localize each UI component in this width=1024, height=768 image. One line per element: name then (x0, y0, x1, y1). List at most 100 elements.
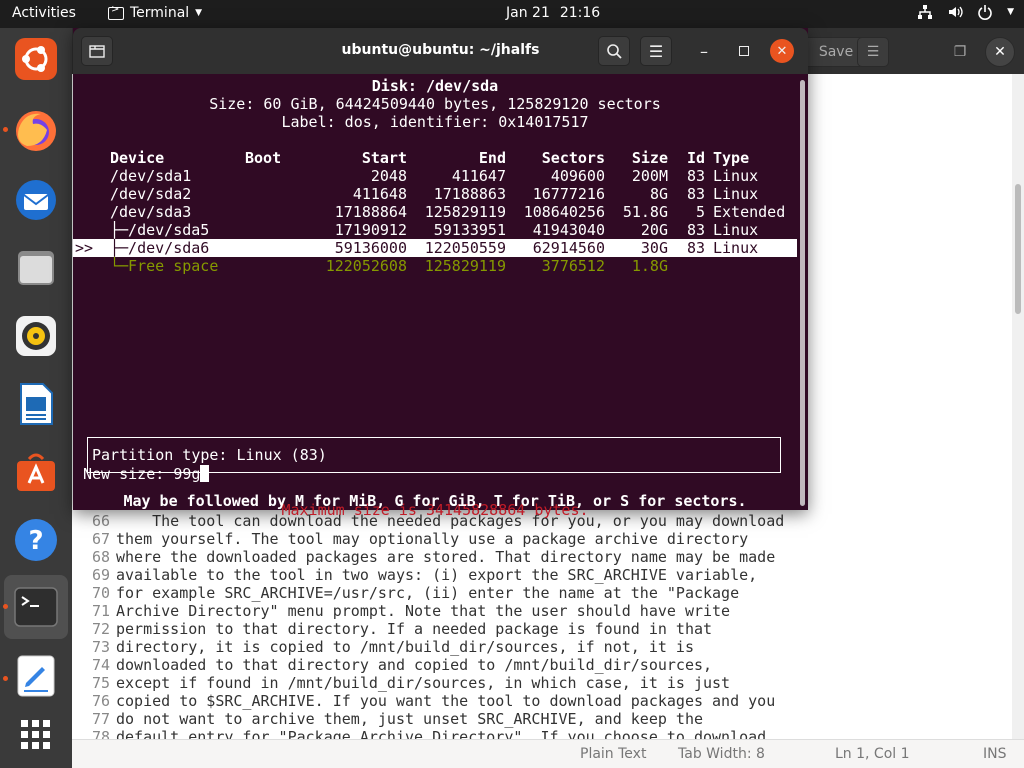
dock: ? (0, 28, 72, 768)
line-number: 72 (91, 620, 110, 638)
partition-start: 122052608 (325, 257, 407, 275)
line-number: 74 (91, 656, 110, 674)
line-text: do not want to archive them, just unset … (116, 710, 703, 728)
editor-line: 71 Archive Directory" menu prompt. Note t… (72, 602, 1012, 620)
line-text: copied to $SRC_ARCHIVE. If you want the … (116, 692, 776, 710)
maximize-button[interactable] (728, 36, 760, 66)
new-size-input[interactable]: New size: 99g (83, 465, 807, 483)
editor-line: 73 directory, it is copied to /mnt/build_… (72, 638, 1012, 656)
partition-type-label: Partition type: Linux (83) (92, 446, 327, 464)
partition-device: ├─/dev/sda6 (110, 239, 210, 257)
new-size-value: 99g (173, 465, 201, 483)
dock-firefox[interactable] (12, 107, 60, 155)
partition-row[interactable]: >> ├─/dev/sda6 59136000 122050559 62914560 30… (73, 239, 797, 257)
language-selector[interactable]: Plain Text (580, 746, 646, 762)
insert-mode: INS (983, 746, 1007, 762)
svg-text:?: ? (28, 526, 43, 556)
firefox-icon (16, 111, 56, 151)
line-number: 69 (91, 566, 110, 584)
partition-row[interactable]: └─Free space 122052608 125829119 3776512 1.8… (73, 257, 797, 275)
rhythmbox-icon (16, 316, 56, 356)
dock-writer[interactable] (12, 380, 60, 428)
partition-start: 2048 (370, 167, 407, 185)
partition-sectors: 108640256 (523, 203, 605, 221)
line-number: 70 (91, 584, 110, 602)
firefox-running-dot (3, 127, 8, 132)
gedit-maximize-button[interactable]: ❐ (944, 37, 976, 67)
text-editor-content[interactable]: 66 The tool can download the needed pack… (72, 512, 1012, 739)
disk-line: Disk: /dev/sda (371, 77, 499, 95)
partition-end: 59133951 (433, 221, 506, 239)
restore-icon: ❐ (953, 44, 967, 60)
text-editor-scrollbar[interactable] (1012, 74, 1024, 739)
network-icon (918, 5, 933, 19)
partition-type: Linux (713, 167, 759, 185)
scrollbar-thumb[interactable] (1015, 184, 1021, 314)
partition-row[interactable]: /dev/sda2 411648 17188863 16777216 8G 83 Linux (73, 185, 797, 203)
editor-line: 75 except if found in /mnt/build_dir/sour… (72, 674, 1012, 692)
dock-text-editor[interactable] (12, 652, 60, 700)
line-text: except if found in /mnt/build_dir/source… (116, 674, 731, 692)
search-icon (607, 44, 622, 59)
partition-size: 20G (640, 221, 668, 239)
terminal-scrollbar[interactable] (797, 74, 808, 510)
caret-down-icon: ▼ (195, 8, 203, 18)
activities-button[interactable]: Activities (12, 5, 76, 21)
dock-help[interactable]: ? (12, 516, 60, 564)
editor-line: 72 permission to that directory. If a nee… (72, 620, 1012, 638)
search-button[interactable] (598, 36, 630, 66)
minimize-button[interactable]: – (688, 36, 720, 66)
partition-device: ├─/dev/sda5 (110, 221, 210, 239)
clock[interactable]: Jan 21 21:16 (506, 5, 600, 21)
header-boot: Boot (245, 149, 282, 167)
dock-software[interactable] (12, 448, 60, 496)
system-tray[interactable]: ▼ (917, 4, 1014, 20)
editor-line: 70 for example SRC_ARCHIVE=/usr/src, (ii)… (72, 584, 1012, 602)
terminal-window[interactable]: ubuntu@ubuntu: ~/jhalfs ☰ – ✕ Disk: /dev… (73, 28, 808, 519)
tab-width-selector[interactable]: Tab Width: 8 (678, 746, 765, 762)
hamburger-icon: ☰ (648, 41, 664, 61)
line-number: 75 (91, 674, 110, 692)
partition-device: └─Free space (110, 257, 219, 275)
partition-row[interactable]: /dev/sda3 17188864 125829119 108640256 51.8G… (73, 203, 797, 221)
partition-row[interactable]: /dev/sda1 2048 411647 409600 200M 83 Linux (73, 167, 797, 185)
line-text: directory, it is copied to /mnt/build_di… (116, 638, 694, 656)
gedit-menu-button[interactable]: ☰ (857, 37, 889, 67)
partition-id: 83 (686, 167, 705, 185)
power-icon (978, 5, 992, 20)
line-text: default entry for "Package Archive Direc… (116, 728, 767, 739)
terminal-scrollbar-thumb[interactable] (800, 80, 805, 506)
dock-show-apps[interactable] (12, 711, 60, 759)
tray-caret-icon: ▼ (1007, 7, 1014, 17)
minimize-icon: – (700, 41, 708, 61)
dock-files[interactable] (12, 244, 60, 292)
line-number: 71 (91, 602, 110, 620)
partition-end: 411647 (451, 167, 506, 185)
help-icon: ? (15, 519, 57, 561)
dock-ubuntu[interactable] (12, 35, 60, 83)
dock-rhythmbox[interactable] (12, 312, 60, 360)
dock-thunderbird[interactable] (12, 176, 60, 224)
line-text: where the downloaded packages are stored… (116, 548, 776, 566)
size-line: Size: 60 GiB, 64424509440 bytes, 1258291… (209, 95, 661, 113)
partition-size: 51.8G (622, 203, 668, 221)
terminal-small-icon (108, 4, 124, 20)
gedit-close-button[interactable]: ✕ (985, 37, 1015, 67)
dock-terminal[interactable] (12, 583, 60, 631)
cursor-position[interactable]: Ln 1, Col 1 (835, 746, 910, 762)
header-end: End (478, 149, 506, 167)
line-text: available to the tool in two ways: (i) e… (116, 566, 758, 584)
partition-sectors: 409600 (550, 167, 605, 185)
terminal-menu-button[interactable]: ☰ (640, 36, 672, 66)
partition-marker: >> (75, 239, 94, 257)
partition-end: 17188863 (433, 185, 506, 203)
editor-line: 68 where the downloaded packages are stor… (72, 548, 1012, 566)
terminal-content[interactable]: Disk: /dev/sda Size: 60 GiB, 64424509440… (73, 74, 797, 519)
hamburger-icon: ☰ (866, 44, 880, 60)
app-menu[interactable]: Terminal ▼ (108, 4, 203, 21)
partition-row[interactable]: ├─/dev/sda5 17190912 59133951 41943040 20G 83… (73, 221, 797, 239)
partition-type: Extended (713, 203, 786, 221)
close-button[interactable]: ✕ (770, 39, 794, 63)
terminal-headerbar: ubuntu@ubuntu: ~/jhalfs ☰ – ✕ (73, 28, 808, 74)
editor-line: 69 available to the tool in two ways: (i)… (72, 566, 1012, 584)
